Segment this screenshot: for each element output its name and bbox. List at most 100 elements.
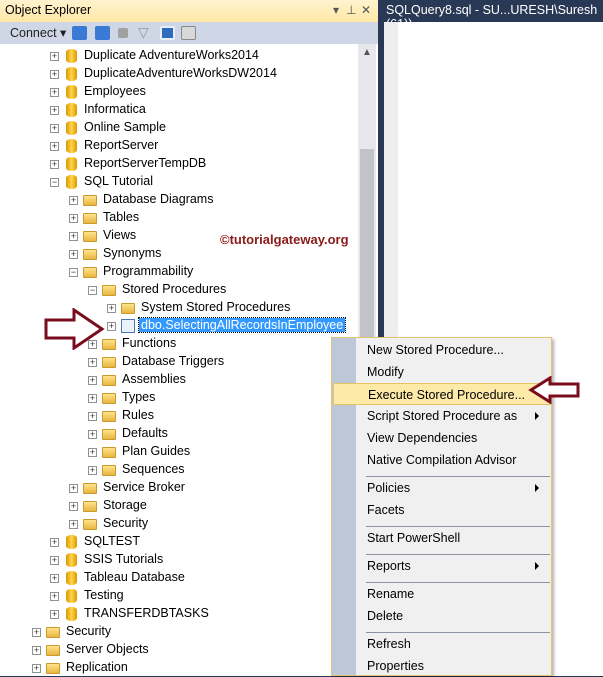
query-tab[interactable]: SQLQuery8.sql - SU...URESH\Suresh (61)) (384, 0, 603, 31)
expand-icon[interactable]: + (50, 124, 59, 133)
tree-node[interactable]: + Testing (0, 587, 358, 605)
expand-icon[interactable]: + (107, 304, 116, 313)
tree-node[interactable]: + Plan Guides (0, 443, 358, 461)
menu-item[interactable]: Policies (333, 477, 551, 499)
expand-icon[interactable]: + (69, 250, 78, 259)
tree-node[interactable]: + Duplicate AdventureWorks2014 (0, 47, 358, 65)
expand-icon[interactable]: + (88, 448, 97, 457)
expand-icon[interactable]: + (50, 574, 59, 583)
tree-node[interactable]: + DuplicateAdventureWorksDW2014 (0, 65, 358, 83)
activity-monitor-icon[interactable] (181, 26, 196, 40)
tree-node[interactable]: + Security (0, 515, 358, 533)
tree-node[interactable]: + Defaults (0, 425, 358, 443)
tree-node[interactable]: + Types (0, 389, 358, 407)
expand-icon[interactable]: + (69, 484, 78, 493)
menu-item[interactable]: Rename (333, 583, 551, 605)
expand-icon[interactable]: + (69, 502, 78, 511)
tree-node[interactable]: + Tableau Database (0, 569, 358, 587)
expand-icon[interactable]: + (50, 160, 59, 169)
expand-icon[interactable]: + (69, 214, 78, 223)
tree-node[interactable]: + Sequences (0, 461, 358, 479)
menu-item[interactable]: Refresh (333, 633, 551, 655)
database-icon (66, 535, 77, 549)
tree-node[interactable]: + Rules (0, 407, 358, 425)
menu-item[interactable]: Facets (333, 499, 551, 521)
collapse-icon[interactable]: − (69, 268, 78, 277)
menu-item-label: Delete (367, 609, 404, 623)
expand-icon[interactable]: + (50, 610, 59, 619)
connect-server-icon[interactable] (72, 26, 87, 40)
tree-node[interactable]: + Storage (0, 497, 358, 515)
dropdown-icon[interactable]: ▾ (333, 3, 339, 17)
close-icon[interactable]: ✕ (361, 3, 371, 17)
tree-node[interactable]: + Server Objects (0, 641, 358, 659)
expand-icon[interactable]: + (50, 106, 59, 115)
expand-icon[interactable]: + (88, 358, 97, 367)
collapse-icon[interactable]: − (50, 178, 59, 187)
menu-item[interactable]: Execute Stored Procedure... (333, 383, 551, 405)
stop-icon[interactable] (118, 28, 128, 38)
expand-icon[interactable]: + (88, 412, 97, 421)
tree-node[interactable]: − Stored Procedures (0, 281, 358, 299)
expand-icon[interactable]: + (50, 592, 59, 601)
tree-node[interactable]: + Synonyms (0, 245, 358, 263)
tree-node-label: Rules (122, 408, 154, 422)
menu-item[interactable]: Delete (333, 605, 551, 627)
menu-item-label: Modify (367, 365, 404, 379)
menu-item[interactable]: Modify (333, 361, 551, 383)
expand-icon[interactable]: + (32, 646, 41, 655)
tree-node[interactable]: + Online Sample (0, 119, 358, 137)
tree-node[interactable]: + Database Diagrams (0, 191, 358, 209)
expand-icon[interactable]: + (32, 664, 41, 673)
tree-node[interactable]: − SQL Tutorial (0, 173, 358, 191)
expand-icon[interactable]: + (107, 322, 116, 331)
tree-node[interactable]: + Employees (0, 83, 358, 101)
tree-node-label: Assemblies (122, 372, 186, 386)
refresh-icon[interactable] (160, 26, 175, 40)
menu-item[interactable]: Script Stored Procedure as (333, 405, 551, 427)
menu-item[interactable]: New Stored Procedure... (333, 339, 551, 361)
folder-icon (83, 195, 97, 206)
tree-node-label: Replication (66, 660, 128, 674)
collapse-icon[interactable]: − (88, 286, 97, 295)
tree-node[interactable]: + Informatica (0, 101, 358, 119)
pin-icon[interactable]: ⊥ (346, 3, 356, 17)
expand-icon[interactable]: + (50, 142, 59, 151)
tree-node[interactable]: + Database Triggers (0, 353, 358, 371)
menu-item[interactable]: View Dependencies (333, 427, 551, 449)
tree-node[interactable]: + TRANSFERDBTASKS (0, 605, 358, 623)
expand-icon[interactable]: + (50, 88, 59, 97)
expand-icon[interactable]: + (88, 430, 97, 439)
tree-node[interactable]: + Tables (0, 209, 358, 227)
expand-icon[interactable]: + (69, 232, 78, 241)
expand-icon[interactable]: + (69, 196, 78, 205)
tree-node[interactable]: + ReportServerTempDB (0, 155, 358, 173)
disconnect-icon[interactable] (95, 26, 110, 40)
scroll-up-icon[interactable]: ▲ (362, 47, 372, 58)
menu-item[interactable]: Native Compilation Advisor (333, 449, 551, 471)
expand-icon[interactable]: + (69, 520, 78, 529)
expand-icon[interactable]: + (32, 628, 41, 637)
tree-node-label: Database Triggers (122, 354, 225, 368)
expand-icon[interactable]: + (50, 538, 59, 547)
tree-node[interactable]: + SQLTEST (0, 533, 358, 551)
menu-item[interactable]: Properties (333, 655, 551, 677)
tree-node[interactable]: + Service Broker (0, 479, 358, 497)
menu-item[interactable]: Reports (333, 555, 551, 577)
expand-icon[interactable]: + (88, 376, 97, 385)
object-explorer-title: Object Explorer (5, 3, 92, 17)
filter-icon[interactable]: ▽ (138, 24, 153, 40)
tree-node[interactable]: + Replication (0, 659, 358, 676)
tree-node[interactable]: + SSIS Tutorials (0, 551, 358, 569)
expand-icon[interactable]: + (50, 556, 59, 565)
connect-button[interactable]: Connect ▾ (10, 25, 66, 40)
expand-icon[interactable]: + (50, 70, 59, 79)
tree-node[interactable]: + ReportServer (0, 137, 358, 155)
tree-node[interactable]: − Programmability (0, 263, 358, 281)
expand-icon[interactable]: + (50, 52, 59, 61)
tree-node[interactable]: + Security (0, 623, 358, 641)
expand-icon[interactable]: + (88, 466, 97, 475)
expand-icon[interactable]: + (88, 394, 97, 403)
menu-item[interactable]: Start PowerShell (333, 527, 551, 549)
tree-node[interactable]: + Assemblies (0, 371, 358, 389)
